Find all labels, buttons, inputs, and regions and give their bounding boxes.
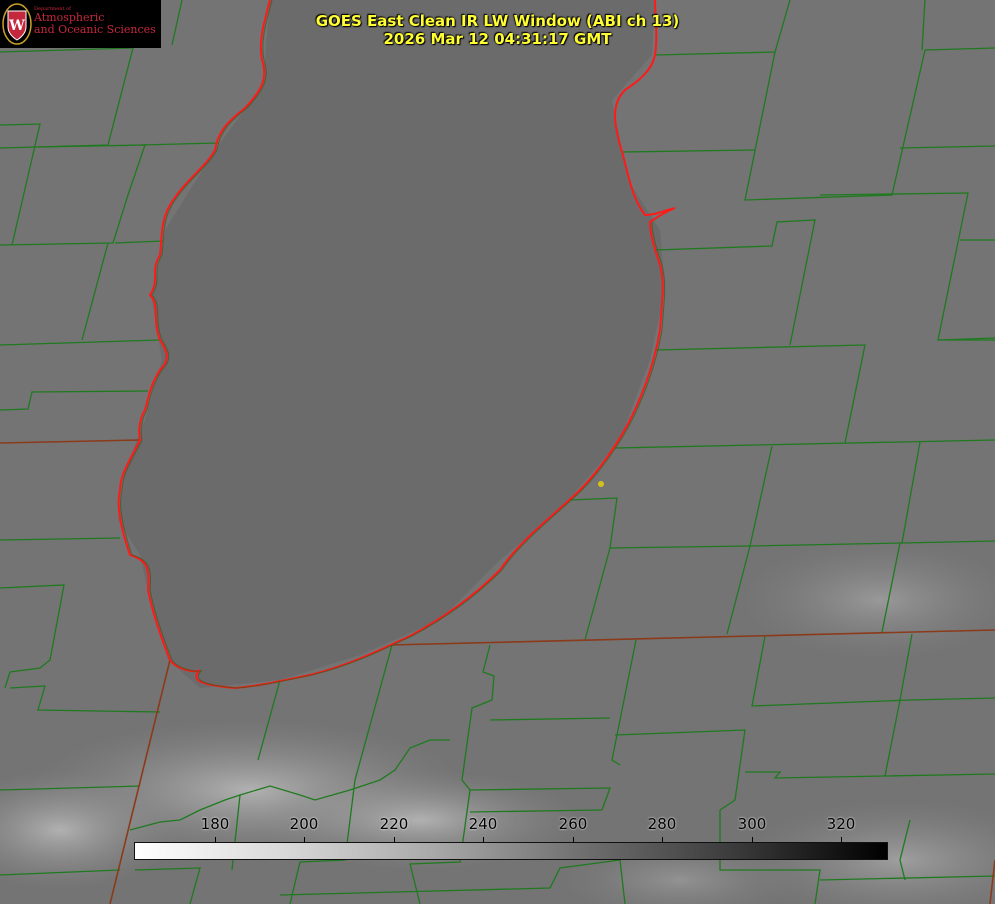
colorbar-tick-label: 320 [826, 815, 856, 833]
colorbar-tick-mark [483, 837, 484, 843]
colorbar-tick-label: 260 [558, 815, 588, 833]
colorbar-tick-mark [215, 837, 216, 843]
colorbar-tick-mark [841, 837, 842, 843]
colorbar-tick-label: 200 [289, 815, 319, 833]
temperature-colorbar [134, 842, 888, 860]
location-marker[interactable] [598, 481, 604, 487]
colorbar-tick-label: 240 [468, 815, 498, 833]
title-product: GOES East Clean IR LW Window (ABI ch 13) [315, 12, 680, 30]
colorbar-tick-label: 280 [647, 815, 677, 833]
colorbar-tick-mark [662, 837, 663, 843]
image-title: GOES East Clean IR LW Window (ABI ch 13)… [0, 12, 995, 48]
colorbar-tick-label: 180 [200, 815, 230, 833]
colorbar-tick-mark [304, 837, 305, 843]
title-timestamp: 2026 Mar 12 04:31:17 GMT [383, 30, 612, 48]
colorbar-tick-label: 220 [379, 815, 409, 833]
colorbar-tick-mark [752, 837, 753, 843]
satellite-map[interactable] [0, 0, 995, 904]
colorbar-tick-label: 300 [737, 815, 767, 833]
colorbar-tick-mark [394, 837, 395, 843]
colorbar-tick-mark [573, 837, 574, 843]
